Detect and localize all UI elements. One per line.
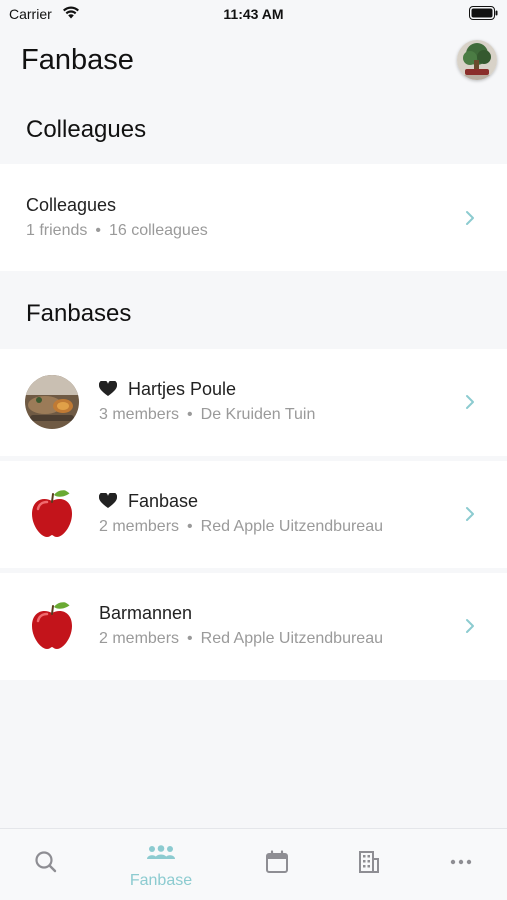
fanbase-name: Barmannen xyxy=(99,603,193,623)
screen: Carrier 11:43 AM Fanbase Colleagues Coll… xyxy=(0,0,507,900)
colleagues-row-subtitle: 1 friends • 16 colleagues xyxy=(26,222,208,239)
fanbase-list-item[interactable]: Fanbase 2 members • Red Apple Uitzendburea… xyxy=(0,461,507,568)
company-name: De Kruiden Tuin xyxy=(200,406,316,423)
friends-count: 1 friends xyxy=(26,222,88,239)
avatar[interactable] xyxy=(457,40,497,80)
apple-logo xyxy=(25,599,79,653)
member-count: 2 members xyxy=(99,518,180,535)
chevron-right-icon xyxy=(466,619,474,633)
tab-company[interactable] xyxy=(323,829,415,900)
chevron-right-icon xyxy=(466,507,474,521)
company-name: Red Apple Uitzendbureau xyxy=(200,630,383,647)
colleagues-heading: Colleagues xyxy=(26,116,147,143)
heart-icon xyxy=(99,381,117,396)
more-icon xyxy=(450,859,472,865)
chevron-right-icon xyxy=(466,211,474,225)
tab-search[interactable] xyxy=(0,829,92,900)
apple-logo xyxy=(25,487,79,541)
tab-bar: Fanbase xyxy=(0,828,507,900)
fanbase-name-line: Fanbase xyxy=(99,491,198,512)
fanbase-list-item[interactable]: Hartjes Poule 3 members • De Kruiden Tuin xyxy=(0,349,507,456)
chevron-right-icon xyxy=(466,395,474,409)
page-title: Fanbase xyxy=(21,44,134,76)
fanbase-name: Fanbase xyxy=(128,491,199,511)
people-icon xyxy=(147,845,175,859)
member-count: 3 members xyxy=(99,406,180,423)
heart-icon xyxy=(99,493,117,508)
colleagues-row-title: Colleagues xyxy=(26,195,117,215)
colleagues-row[interactable]: Colleagues 1 friends • 16 colleagues xyxy=(0,164,507,271)
member-count: 2 members xyxy=(99,630,180,647)
fanbase-list-item[interactable]: Barmannen 2 members • Red Apple Uitzendbur… xyxy=(0,573,507,680)
tab-fanbase-label: Fanbase xyxy=(129,872,193,889)
company-name: Red Apple Uitzendbureau xyxy=(200,518,383,535)
fanbase-name: Hartjes Poule xyxy=(128,379,237,399)
status-bar: Carrier 11:43 AM xyxy=(0,0,507,30)
fanbase-subtitle: 2 members • Red Apple Uitzendbureau xyxy=(99,630,383,647)
status-time: 11:43 AM xyxy=(223,6,284,22)
fanbases-heading: Fanbases xyxy=(26,300,132,327)
calendar-icon xyxy=(266,850,288,873)
fanbase-subtitle: 3 members • De Kruiden Tuin xyxy=(99,406,316,423)
colleagues-count: 16 colleagues xyxy=(108,222,208,239)
search-icon xyxy=(35,851,57,873)
tab-more[interactable] xyxy=(415,829,507,900)
tab-calendar[interactable] xyxy=(231,829,323,900)
fanbase-thumbnail xyxy=(25,375,79,429)
building-icon xyxy=(359,851,379,873)
battery-icon xyxy=(469,6,498,20)
fanbase-subtitle: 2 members • Red Apple Uitzendbureau xyxy=(99,518,383,535)
fanbase-name-line: Hartjes Poule xyxy=(99,379,236,400)
tab-fanbase[interactable]: Fanbase xyxy=(115,829,207,900)
